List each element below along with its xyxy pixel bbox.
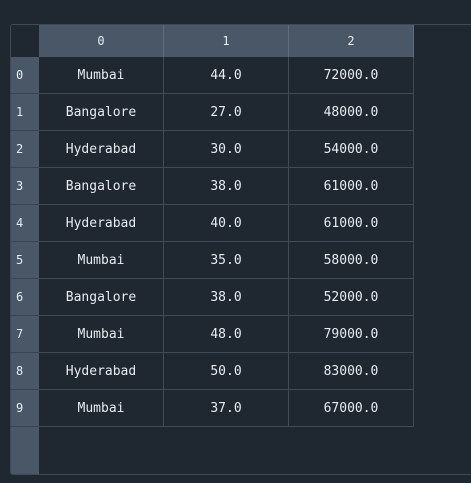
table-cell[interactable]: 83000.0 (289, 353, 414, 390)
row-index[interactable]: 8 (11, 353, 39, 390)
table-cell[interactable]: Mumbai (39, 316, 164, 353)
table-cell[interactable]: 72000.0 (289, 57, 414, 94)
table-cell[interactable]: Bangalore (39, 94, 164, 131)
table-cell[interactable]: Hyderabad (39, 131, 164, 168)
table-cell[interactable]: 48.0 (164, 316, 289, 353)
table-cell[interactable]: 67000.0 (289, 390, 414, 427)
table-row: Bangalore 27.0 48000.0 (39, 94, 414, 131)
table-row: Bangalore 38.0 61000.0 (39, 168, 414, 205)
table-cell[interactable]: Mumbai (39, 57, 164, 94)
table-cell[interactable]: 44.0 (164, 57, 289, 94)
table-row: Bangalore 38.0 52000.0 (39, 279, 414, 316)
table-cell[interactable]: 40.0 (164, 205, 289, 242)
row-index-column: 0 1 2 3 4 5 6 7 8 9 (11, 57, 39, 474)
table-cell[interactable]: 30.0 (164, 131, 289, 168)
row-index[interactable]: 3 (11, 168, 39, 205)
row-index[interactable]: 2 (11, 131, 39, 168)
table-cell[interactable]: 79000.0 (289, 316, 414, 353)
table-row: Hyderabad 50.0 83000.0 (39, 353, 414, 390)
table-cell[interactable]: 27.0 (164, 94, 289, 131)
table-row: Hyderabad 40.0 61000.0 (39, 205, 414, 242)
row-index[interactable]: 6 (11, 279, 39, 316)
table-cell[interactable]: 52000.0 (289, 279, 414, 316)
table-row: Mumbai 44.0 72000.0 (39, 57, 414, 94)
table-row: Mumbai 35.0 58000.0 (39, 242, 414, 279)
dataframe-viewer: 0 1 2 0 1 2 3 4 5 6 7 8 9 Mumbai 44.0 72… (10, 24, 471, 475)
row-index[interactable]: 4 (11, 205, 39, 242)
table-cell[interactable]: 61000.0 (289, 168, 414, 205)
row-index[interactable]: 1 (11, 94, 39, 131)
table-cell[interactable]: 50.0 (164, 353, 289, 390)
row-index[interactable]: 7 (11, 316, 39, 353)
table-row: Hyderabad 30.0 54000.0 (39, 131, 414, 168)
row-index[interactable]: 9 (11, 390, 39, 427)
table-cell[interactable]: 58000.0 (289, 242, 414, 279)
table-cell[interactable]: Bangalore (39, 279, 164, 316)
row-index[interactable]: 5 (11, 242, 39, 279)
column-header-2[interactable]: 2 (289, 25, 414, 57)
data-grid: Mumbai 44.0 72000.0 Bangalore 27.0 48000… (39, 57, 414, 427)
table-cell[interactable]: 61000.0 (289, 205, 414, 242)
table-cell[interactable]: Hyderabad (39, 205, 164, 242)
table-cell[interactable]: 37.0 (164, 390, 289, 427)
table-cell[interactable]: Hyderabad (39, 353, 164, 390)
table-cell[interactable]: 48000.0 (289, 94, 414, 131)
table-row: Mumbai 37.0 67000.0 (39, 390, 414, 427)
table-cell[interactable]: 35.0 (164, 242, 289, 279)
column-header-1[interactable]: 1 (164, 25, 289, 57)
column-header-0[interactable]: 0 (39, 25, 164, 57)
row-index[interactable]: 0 (11, 57, 39, 94)
column-header-row: 0 1 2 (39, 25, 414, 57)
table-cell[interactable]: 54000.0 (289, 131, 414, 168)
table-cell[interactable]: 38.0 (164, 279, 289, 316)
table-cell[interactable]: Mumbai (39, 242, 164, 279)
table-cell[interactable]: 38.0 (164, 168, 289, 205)
table-row: Mumbai 48.0 79000.0 (39, 316, 414, 353)
table-cell[interactable]: Bangalore (39, 168, 164, 205)
table-cell[interactable]: Mumbai (39, 390, 164, 427)
header-corner (11, 25, 39, 57)
